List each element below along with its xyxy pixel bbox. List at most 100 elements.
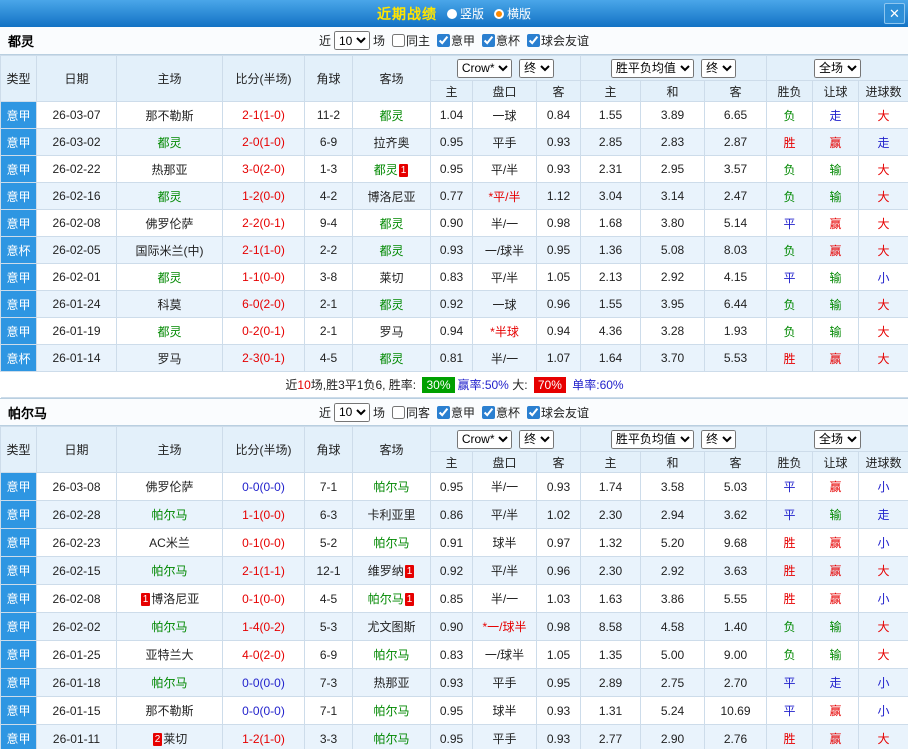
home-team-name: 那不勒斯 <box>145 704 194 718</box>
avg-home: 8.58 <box>580 612 641 641</box>
league-type: 意甲 <box>0 584 37 613</box>
avg-away: 3.63 <box>703 556 768 585</box>
odds-home: 0.95 <box>430 696 473 725</box>
league-type: 意甲 <box>0 500 37 529</box>
goals-result: 大 <box>858 556 908 585</box>
handicap-result: 赢 <box>812 128 860 156</box>
goals-result: 大 <box>858 317 908 345</box>
serie-a-checkbox[interactable]: 意甲 <box>430 404 475 421</box>
match-date: 26-03-02 <box>36 128 117 156</box>
avg-away: 1.93 <box>703 317 768 345</box>
layout-horizontal-label: 横版 <box>507 7 532 21</box>
col-header-type: 类型 <box>0 426 37 473</box>
avg-stage-select[interactable]: 终 <box>701 429 737 449</box>
match-result: 平 <box>766 500 814 529</box>
home-team: 帕尔马 <box>116 500 223 529</box>
match-row: 意甲 26-02-28 帕尔马 1-1(0-0) 6-3 卡利亚里 0.86 平… <box>0 500 908 529</box>
home-team: 国际米兰(中) <box>116 236 223 264</box>
match-date: 26-02-28 <box>36 500 117 529</box>
club-friendly-checkbox[interactable]: 球会友谊 <box>520 32 589 49</box>
avg-draw: 2.92 <box>640 556 705 585</box>
home-team: 都灵 <box>116 182 223 210</box>
col-header-home: 主场 <box>116 426 223 473</box>
avg-home: 2.31 <box>580 155 641 183</box>
col-header-let-goal: 让球 <box>812 80 860 102</box>
match-row: 意甲 26-01-24 科莫 6-0(2-0) 2-1 都灵 0.92 一球 0… <box>0 290 908 318</box>
corners: 4-5 <box>304 344 353 372</box>
avg-home: 2.85 <box>580 128 641 156</box>
odds-stage-select[interactable]: 终 <box>519 429 555 449</box>
handicap-line: *一/球半 <box>472 612 537 641</box>
away-team: 都灵 1 <box>352 155 431 183</box>
avg-home: 2.89 <box>580 668 641 697</box>
scope-select[interactable]: 全场 <box>814 429 862 449</box>
match-result: 负 <box>766 290 814 318</box>
avg-home: 2.77 <box>580 724 641 749</box>
odds-stage-select[interactable]: 终 <box>519 58 555 78</box>
match-result: 平 <box>766 472 814 501</box>
avg-draw: 3.89 <box>640 101 705 129</box>
layout-vertical-radio[interactable]: 竖版 <box>446 5 484 22</box>
corners: 3-3 <box>304 724 353 749</box>
same-venue-checkbox[interactable]: 同客 <box>385 404 430 421</box>
summary-row: 近10场,胜3平1负6, 胜率: 30% 赢率:50% 大: 70% 单率:60% <box>0 371 908 398</box>
home-team: 那不勒斯 <box>116 696 223 725</box>
handicap-line: *平/半 <box>472 182 537 210</box>
handicap-result: 赢 <box>812 209 860 237</box>
away-team: 都灵 <box>352 344 431 372</box>
avg-draw: 5.24 <box>640 696 705 725</box>
parma-matches-body: 意甲 26-03-08 佛罗伦萨 0-0(0-0) 7-1 帕尔马 0.95 半… <box>0 472 908 749</box>
match-row: 意杯 26-02-05 国际米兰(中) 2-1(1-0) 2-2 都灵 0.93… <box>0 236 908 264</box>
odds-source-select[interactable]: Crow* <box>456 58 512 78</box>
red-card-badge: 1 <box>140 593 151 606</box>
col-header-score: 比分(半场) <box>222 426 305 473</box>
avg-stage-select[interactable]: 终 <box>701 58 737 78</box>
match-row: 意甲 26-01-11 2 莱切 1-2(1-0) 3-3 帕尔马 0.95 平手… <box>0 724 908 749</box>
odds-away: 0.93 <box>536 472 581 501</box>
away-team-name: 卡利亚里 <box>367 508 416 522</box>
corners: 7-1 <box>304 696 353 725</box>
avg-away: 8.03 <box>703 236 768 264</box>
coppa-italia-checkbox[interactable]: 意杯 <box>475 32 520 49</box>
close-button[interactable]: ✕ <box>884 3 905 24</box>
goals-result: 大 <box>858 182 908 210</box>
avg-draw: 5.08 <box>640 236 705 264</box>
score: 2-1(1-1) <box>222 556 305 585</box>
home-team-name: 亚特兰大 <box>145 648 194 662</box>
club-friendly-checkbox[interactable]: 球会友谊 <box>520 404 589 421</box>
handicap-line: 平/半 <box>472 500 537 529</box>
odds-source-select[interactable]: Crow* <box>456 429 512 449</box>
scope-select[interactable]: 全场 <box>814 58 862 78</box>
avg-type-select[interactable]: 胜平负均值 <box>610 58 694 78</box>
layout-horizontal-radio[interactable]: 横版 <box>494 5 531 22</box>
serie-a-checkbox[interactable]: 意甲 <box>430 32 475 49</box>
goals-result: 小 <box>858 668 908 697</box>
match-date: 26-01-19 <box>36 317 117 345</box>
avg-home: 3.04 <box>580 182 641 210</box>
avg-draw: 5.20 <box>640 528 705 557</box>
match-date: 26-02-15 <box>36 556 117 585</box>
home-team: 热那亚 <box>116 155 223 183</box>
avg-away: 10.69 <box>703 696 768 725</box>
match-result: 平 <box>766 263 814 291</box>
same-venue-checkbox[interactable]: 同主 <box>385 32 430 49</box>
odds-home: 0.91 <box>430 528 473 557</box>
match-count-select[interactable]: 10 <box>333 31 370 50</box>
radio-on-icon <box>494 8 504 19</box>
handicap-result: 赢 <box>812 528 860 557</box>
handicap-line: 半/一 <box>472 344 537 372</box>
odds-away: 0.95 <box>536 668 581 697</box>
coppa-italia-checkbox[interactable]: 意杯 <box>475 404 520 421</box>
scope-group: 全场 <box>766 55 908 81</box>
handicap-line: 平/半 <box>472 556 537 585</box>
recent-results-popup: 近期战绩 竖版 横版 ✕ 都灵 近 10 场 同主 意甲 意杯 球会友谊 类型 … <box>0 0 908 749</box>
odds-away: 0.97 <box>536 528 581 557</box>
away-team: 莱切 <box>352 263 431 291</box>
goals-result: 大 <box>858 612 908 641</box>
handicap-result: 赢 <box>812 724 860 749</box>
handicap-line: *半球 <box>472 317 537 345</box>
handicap-line: 半/一 <box>472 472 537 501</box>
goals-result: 走 <box>858 128 908 156</box>
avg-type-select[interactable]: 胜平负均值 <box>610 429 694 449</box>
match-count-select[interactable]: 10 <box>333 402 370 422</box>
